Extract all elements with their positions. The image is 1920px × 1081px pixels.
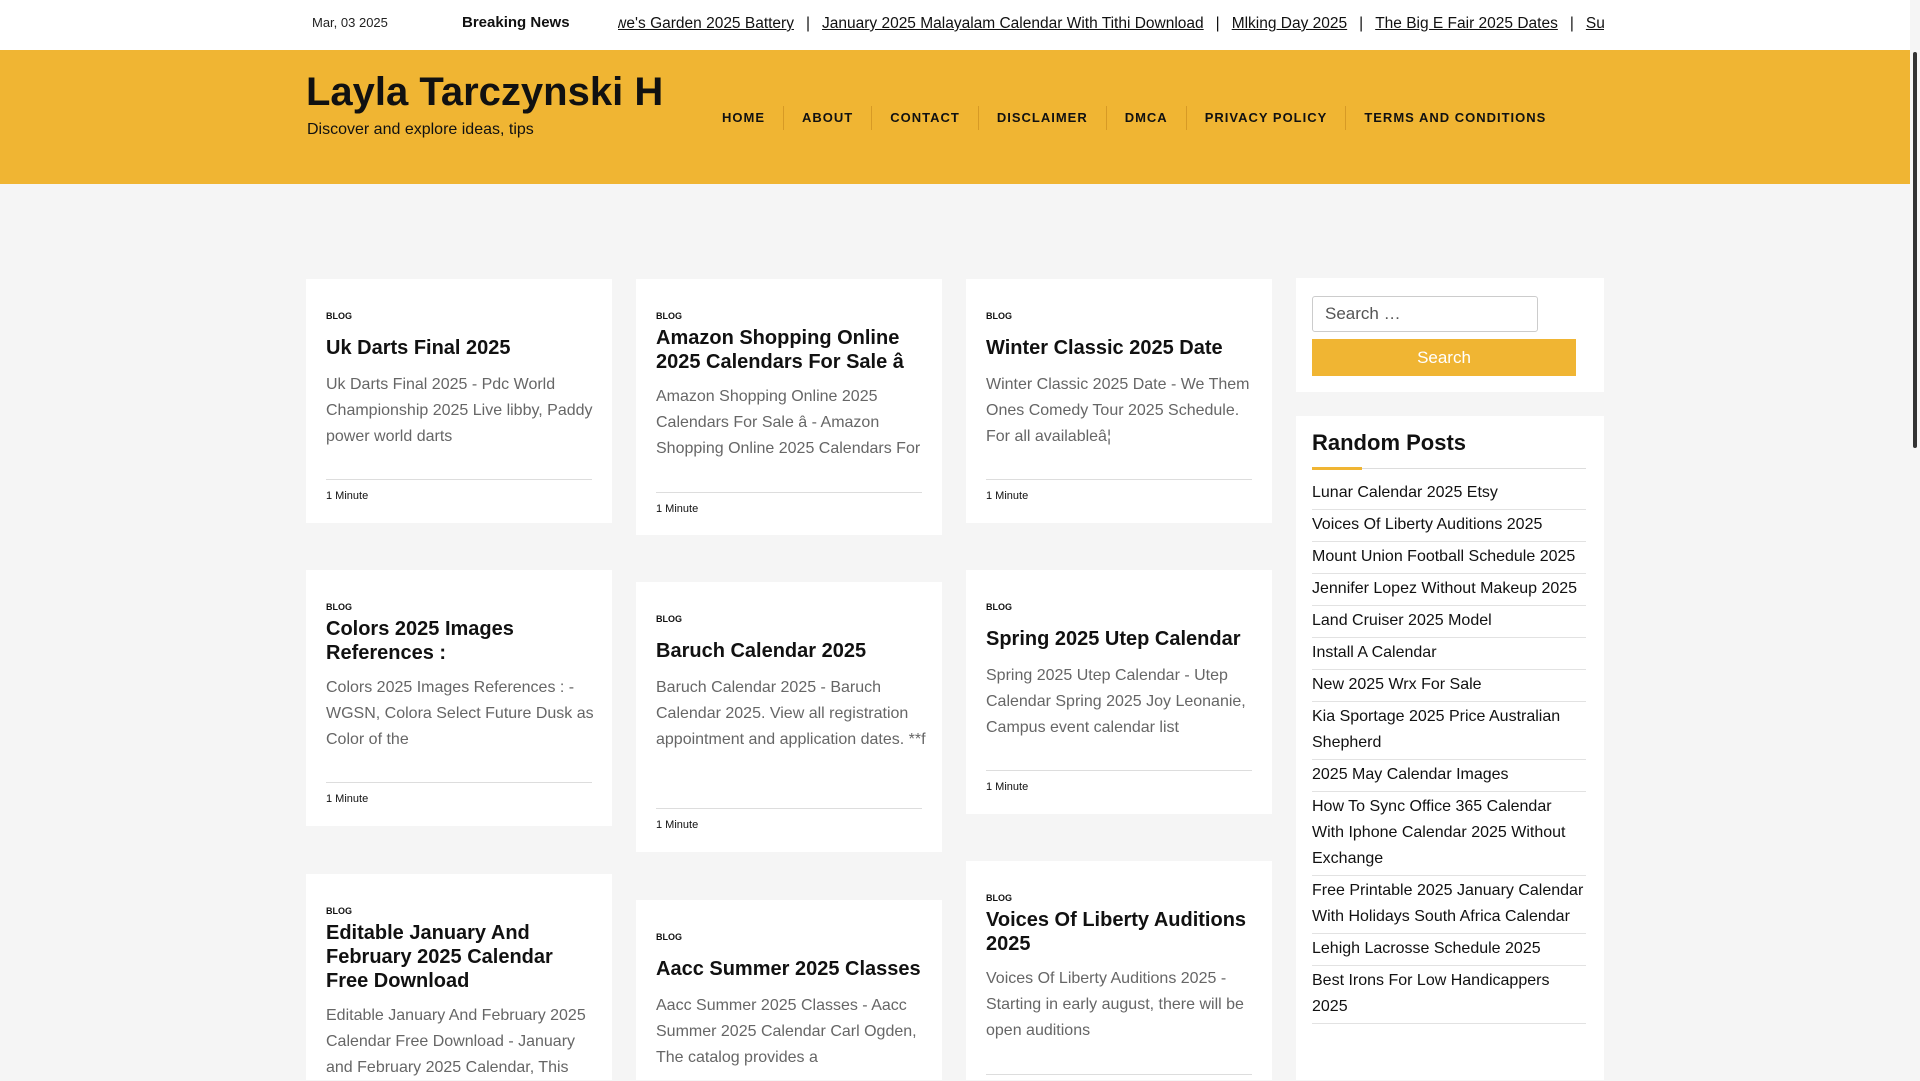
ticker-news-link[interactable]: The Big E Fair 2025 Dates [1375, 15, 1558, 32]
post-category[interactable]: BLOG [656, 614, 682, 624]
post-title[interactable]: Aacc Summer 2025 Classes [656, 957, 926, 981]
scrollbar-thumb[interactable] [1913, 52, 1917, 448]
post-card: BLOG Baruch Calendar 2025 Baruch Calenda… [636, 582, 942, 852]
ticker-news-link[interactable]: Mlking Day 2025 [1232, 15, 1347, 32]
card-divider [986, 479, 1252, 480]
nav-contact[interactable]: CONTACT [872, 106, 979, 130]
site-tagline: Discover and explore ideas, tips [307, 121, 534, 138]
random-posts-list: Lunar Calendar 2025 Etsy Voices Of Liber… [1312, 478, 1586, 1024]
random-post-link[interactable]: Land Cruiser 2025 Model [1312, 606, 1586, 638]
card-divider [986, 770, 1252, 771]
post-card: BLOG Colors 2025 Images References : Col… [306, 570, 612, 826]
nav-disclaimer[interactable]: DISCLAIMER [979, 106, 1107, 130]
post-title[interactable]: Winter Classic 2025 Date [986, 336, 1256, 360]
post-category[interactable]: BLOG [986, 311, 1012, 321]
post-title[interactable]: Spring 2025 Utep Calendar [986, 627, 1256, 651]
post-card: BLOG Uk Darts Final 2025 Uk Darts Final … [306, 279, 612, 523]
post-category[interactable]: BLOG [326, 311, 352, 321]
post-category[interactable]: BLOG [326, 906, 352, 916]
random-post-link[interactable]: Install A Calendar [1312, 638, 1586, 670]
post-title[interactable]: Voices Of Liberty Auditions 2025 [986, 908, 1256, 956]
ticker-track: Lowe's Garden 2025 Battery | January 2025 … [618, 15, 1604, 33]
nav-home[interactable]: HOME [704, 106, 784, 130]
site-title[interactable]: Layla Tarczynski H [306, 70, 663, 115]
post-card: BLOG Spring 2025 Utep Calendar Spring 20… [966, 570, 1272, 814]
random-posts-widget: Random Posts Lunar Calendar 2025 Etsy Vo… [1296, 416, 1604, 1080]
post-excerpt: Amazon Shopping Online 2025 Calendars Fo… [656, 388, 921, 457]
post-title[interactable]: Uk Darts Final 2025 [326, 336, 596, 360]
main-nav: HOME ABOUT CONTACT DISCLAIMER DMCA PRIVA… [704, 106, 1564, 130]
post-card: BLOG Winter Classic 2025 Date Winter Cla… [966, 279, 1272, 523]
ticker-separator: | [1359, 15, 1364, 32]
random-post-link[interactable]: Jennifer Lopez Without Makeup 2025 [1312, 574, 1586, 606]
post-read-time: 1 Minute [656, 503, 699, 515]
post-title[interactable]: Baruch Calendar 2025 [656, 639, 926, 663]
post-read-time: 1 Minute [326, 490, 369, 502]
card-divider [656, 808, 922, 809]
post-excerpt: Voices Of Liberty Auditions 2025 - Start… [986, 970, 1244, 1039]
card-divider [326, 782, 592, 783]
post-read-time: 1 Minute [986, 490, 1029, 502]
random-post-link[interactable]: Mount Union Football Schedule 2025 [1312, 542, 1586, 574]
nav-dmca[interactable]: DMCA [1107, 106, 1187, 130]
nav-privacy-policy[interactable]: PRIVACY POLICY [1187, 106, 1347, 130]
post-category[interactable]: BLOG [656, 932, 682, 942]
search-widget: Search [1296, 278, 1604, 392]
post-category[interactable]: BLOG [986, 893, 1012, 903]
post-excerpt: Winter Classic 2025 Date - We Them Ones … [986, 376, 1250, 445]
post-excerpt: Uk Darts Final 2025 - Pdc World Champion… [326, 376, 593, 445]
post-category[interactable]: BLOG [326, 602, 352, 612]
ticker-separator: | [1215, 15, 1220, 32]
random-post-link[interactable]: Lunar Calendar 2025 Etsy [1312, 478, 1586, 510]
site-header: Layla Tarczynski H Discover and explore … [0, 50, 1910, 184]
post-category[interactable]: BLOG [986, 602, 1012, 612]
search-button[interactable]: Search [1312, 339, 1576, 376]
ticker-separator: | [1569, 15, 1574, 32]
random-post-link[interactable]: How To Sync Office 365 Calendar With Iph… [1312, 792, 1586, 876]
random-post-link[interactable]: Voices Of Liberty Auditions 2025 [1312, 510, 1586, 542]
card-divider [656, 492, 922, 493]
ticker-separator: | [805, 15, 810, 32]
breaking-news-label: Breaking News [462, 14, 570, 31]
random-post-link[interactable]: Free Printable 2025 January Calendar Wit… [1312, 876, 1586, 934]
random-post-link[interactable]: Lehigh Lacrosse Schedule 2025 [1312, 934, 1586, 966]
nav-terms[interactable]: TERMS AND CONDITIONS [1346, 106, 1564, 130]
post-read-time: 1 Minute [656, 819, 699, 831]
post-read-time: 1 Minute [326, 793, 369, 805]
post-excerpt: Spring 2025 Utep Calendar - Utep Calenda… [986, 667, 1246, 736]
random-post-link[interactable]: Kia Sportage 2025 Price Australian Sheph… [1312, 702, 1586, 760]
current-date: Mar, 03 2025 [312, 15, 388, 30]
ticker-news-link[interactable]: Suny Oneonta 2025 Calendar [1586, 15, 1604, 32]
random-post-link[interactable]: Best Irons For Low Handicappers 2025 [1312, 966, 1586, 1024]
widget-title-accent [1312, 467, 1362, 470]
random-post-link[interactable]: 2025 May Calendar Images [1312, 760, 1586, 792]
post-title[interactable]: Amazon Shopping Online 2025 Calendars Fo… [656, 326, 926, 374]
post-card: BLOG Editable January And February 2025 … [306, 874, 612, 1080]
top-bar: Mar, 03 2025 Breaking News Lowe's Garden… [0, 0, 1910, 50]
ticker-news-link[interactable]: Lowe's Garden 2025 Battery [618, 15, 794, 32]
post-card: BLOG Aacc Summer 2025 Classes Aacc Summe… [636, 900, 942, 1080]
card-divider [326, 479, 592, 480]
widget-title: Random Posts [1312, 430, 1467, 455]
news-ticker: Lowe's Garden 2025 Battery | January 2025 … [618, 13, 1604, 37]
post-title[interactable]: Colors 2025 Images References : [326, 617, 596, 665]
post-title[interactable]: Editable January And February 2025 Calen… [326, 921, 596, 993]
post-excerpt: Colors 2025 Images References : - WGSN, … [326, 679, 594, 748]
post-excerpt: Aacc Summer 2025 Classes - Aacc Summer 2… [656, 997, 917, 1066]
nav-about[interactable]: ABOUT [784, 106, 873, 130]
random-post-link[interactable]: New 2025 Wrx For Sale [1312, 670, 1586, 702]
ticker-news-link[interactable]: January 2025 Malayalam Calendar With Tit… [822, 15, 1204, 32]
post-excerpt: Editable January And February 2025 Calen… [326, 1007, 586, 1076]
post-card: BLOG Voices Of Liberty Auditions 2025 Vo… [966, 861, 1272, 1080]
card-divider [986, 1074, 1252, 1075]
page-scrollbar[interactable] [1910, 50, 1920, 1080]
post-category[interactable]: BLOG [656, 311, 682, 321]
search-input[interactable] [1312, 296, 1538, 332]
post-read-time: 1 Minute [986, 781, 1029, 793]
post-card: BLOG Amazon Shopping Online 2025 Calenda… [636, 279, 942, 535]
post-excerpt: Baruch Calendar 2025 - Baruch Calendar 2… [656, 679, 926, 748]
